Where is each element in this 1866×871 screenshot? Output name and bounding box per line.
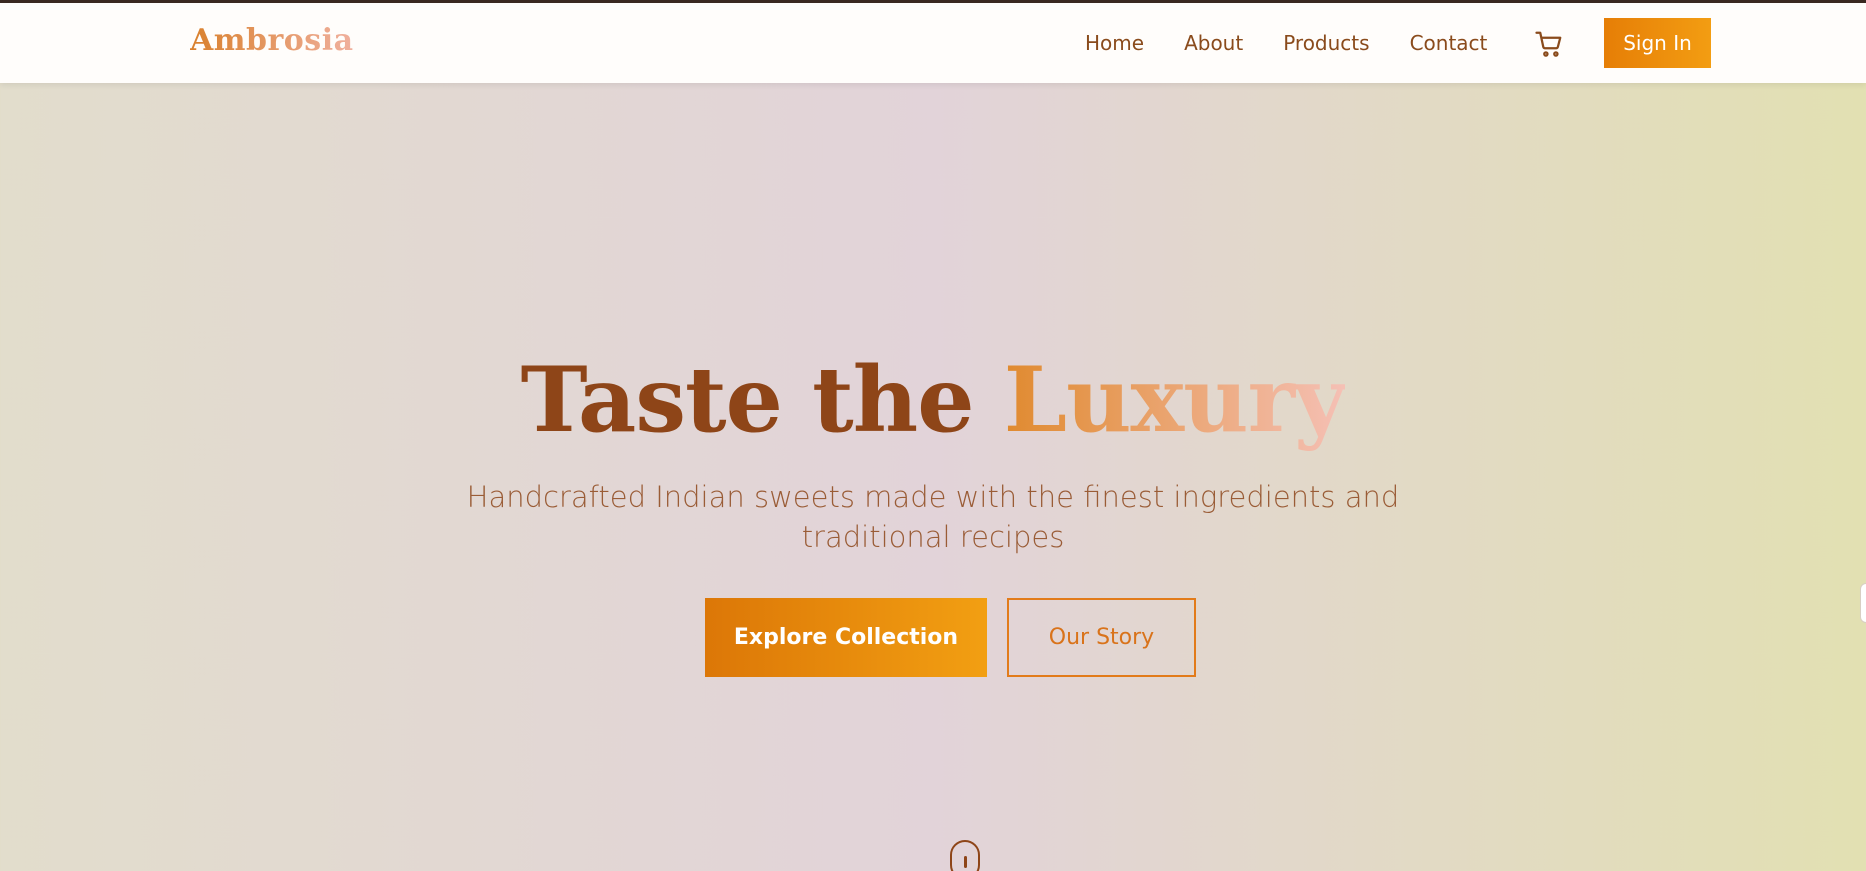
nav-link-contact[interactable]: Contact: [1410, 31, 1488, 55]
nav-link-products[interactable]: Products: [1283, 31, 1369, 55]
hero-subtitle: Handcrafted Indian sweets made with the …: [466, 480, 1400, 554]
shopping-cart-icon[interactable]: [1534, 29, 1564, 59]
our-story-button[interactable]: Our Story: [1007, 598, 1196, 677]
nav-link-about[interactable]: About: [1184, 31, 1243, 55]
navbar: Ambrosia Home About Products Contact Sig…: [0, 3, 1866, 83]
brand-logo[interactable]: Ambrosia: [190, 23, 354, 58]
explore-collection-button[interactable]: Explore Collection: [705, 598, 987, 677]
mouse-scroll-icon[interactable]: [950, 840, 980, 871]
hero-title-main: Taste the: [520, 347, 975, 453]
nav-link-home[interactable]: Home: [1085, 31, 1144, 55]
hero-title: Taste the Luxury: [0, 355, 1866, 445]
side-tab-handle[interactable]: [1860, 583, 1866, 623]
nav-links: Home About Products Contact: [1085, 31, 1487, 55]
sign-in-button[interactable]: Sign In: [1604, 18, 1711, 68]
hero-title-accent: Luxury: [1003, 347, 1347, 453]
scroll-wheel-dot: [964, 856, 967, 868]
